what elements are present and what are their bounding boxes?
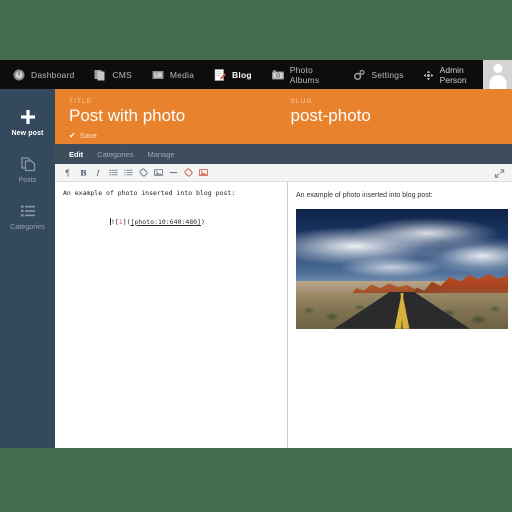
body-wrapper: New post Posts <box>0 89 512 448</box>
nav-label: Photo Albums <box>290 65 334 85</box>
preview-paragraph: An example of photo inserted into blog p… <box>296 191 504 201</box>
documents-icon <box>19 155 37 173</box>
sidebar-item-label: New post <box>12 130 44 137</box>
horizontal-rule-icon[interactable] <box>166 165 181 180</box>
italic-icon[interactable]: I <box>91 165 106 180</box>
desert-highway-photo <box>296 209 508 329</box>
nav-label: Dashboard <box>31 70 74 80</box>
cms-icon <box>93 68 107 82</box>
user-name-label: Admin Person <box>440 65 477 85</box>
tab-edit[interactable]: Edit <box>69 150 83 159</box>
avatar[interactable] <box>483 60 512 89</box>
title-field-block: TITLE Post with photo <box>69 98 291 144</box>
bold-icon[interactable]: B <box>76 165 91 180</box>
sidebar-item-posts[interactable]: Posts <box>0 146 55 193</box>
save-button[interactable]: ✔ Save <box>69 131 97 140</box>
nav-item-settings[interactable]: Settings <box>352 60 412 89</box>
sidebar-item-label: Categories <box>10 224 45 231</box>
editor-toolbar: ¶ B I <box>55 164 512 182</box>
editor-line-2: ![1]([photo:10:640:480]) <box>63 208 279 237</box>
list-icon <box>19 202 37 220</box>
save-label: Save <box>80 131 97 140</box>
svg-text:¶: ¶ <box>65 168 70 177</box>
title-label: TITLE <box>69 98 291 105</box>
gear-icon <box>352 68 366 82</box>
left-sidebar: New post Posts <box>0 89 55 448</box>
user-menu[interactable]: Admin Person <box>423 60 512 89</box>
attach-photo-icon[interactable] <box>181 165 196 180</box>
sidebar-item-new-post[interactable]: New post <box>0 99 55 146</box>
md-image-mid: ]( <box>123 218 131 226</box>
nav-item-dashboard[interactable]: Dashboard <box>12 60 83 89</box>
md-image-prefix: ![ <box>111 218 119 226</box>
md-photo-token[interactable]: [photo:10:640:480] <box>131 218 201 226</box>
editor-line-1: An example of photo inserted into blog p… <box>63 189 279 199</box>
nav-label: CMS <box>112 70 132 80</box>
editor-preview-split: An example of photo inserted into blog p… <box>55 182 512 448</box>
check-icon: ✔ <box>69 132 76 140</box>
dashboard-icon <box>12 68 26 82</box>
sidebar-item-categories[interactable]: Categories <box>0 193 55 240</box>
nav-label: Blog <box>232 70 252 80</box>
preview-panel: An example of photo inserted into blog p… <box>288 182 512 448</box>
nav-item-photo-albums[interactable]: Photo Albums <box>271 60 343 89</box>
top-navigation-bar: Dashboard CMS Media <box>0 60 512 89</box>
application-window: Dashboard CMS Media <box>0 60 512 448</box>
paragraph-icon[interactable]: ¶ <box>61 165 76 180</box>
md-image-suffix: ) <box>201 218 205 226</box>
post-slug-input[interactable]: post-photo <box>291 106 512 126</box>
tab-categories[interactable]: Categories <box>97 150 133 159</box>
svg-text:I: I <box>95 168 100 177</box>
nav-label: Settings <box>371 70 403 80</box>
svg-text:B: B <box>80 168 87 177</box>
move-crosshair-icon <box>423 68 434 82</box>
nav-item-cms[interactable]: CMS <box>93 60 141 89</box>
slug-label: SLUG <box>291 98 512 105</box>
unordered-list-icon[interactable] <box>106 165 121 180</box>
post-title-input[interactable]: Post with photo <box>69 106 291 126</box>
post-header: TITLE Post with photo SLUG post-photo ✔ … <box>55 89 512 144</box>
image-icon[interactable] <box>151 165 166 180</box>
plus-icon <box>19 108 37 126</box>
tab-bar: Edit Categories Manage <box>55 144 512 164</box>
blog-icon <box>213 68 227 82</box>
expand-icon[interactable] <box>492 166 506 180</box>
main-content: TITLE Post with photo SLUG post-photo ✔ … <box>55 89 512 448</box>
link-icon[interactable] <box>136 165 151 180</box>
nav-item-blog[interactable]: Blog <box>213 60 261 89</box>
insert-photo-icon[interactable] <box>196 165 211 180</box>
sidebar-item-label: Posts <box>18 177 36 184</box>
markdown-editor[interactable]: An example of photo inserted into blog p… <box>55 182 288 448</box>
nav-label: Media <box>170 70 194 80</box>
tab-manage[interactable]: Manage <box>147 150 174 159</box>
slug-field-block: SLUG post-photo <box>291 98 512 144</box>
ordered-list-icon[interactable] <box>121 165 136 180</box>
nav-item-media[interactable]: Media <box>151 60 203 89</box>
camera-icon <box>271 68 285 82</box>
media-icon <box>151 68 165 82</box>
